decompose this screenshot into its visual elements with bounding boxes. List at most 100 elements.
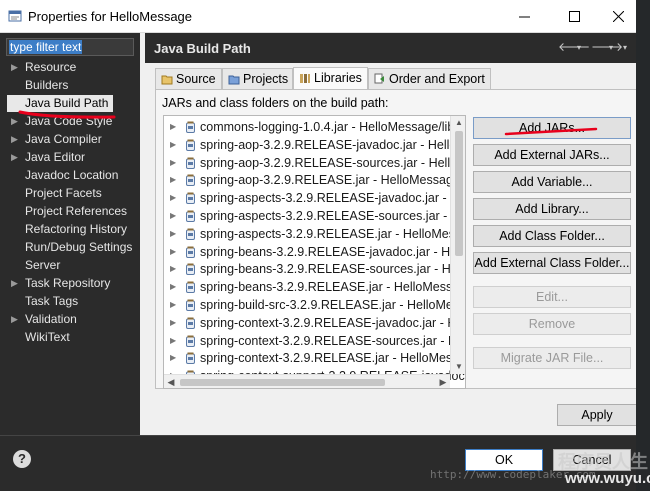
minimize-icon [518,16,530,17]
migrate-jar-button[interactable]: Migrate JAR File... [473,347,631,369]
horizontal-scrollbar[interactable]: ◀ ▶ [164,374,450,388]
jar-row[interactable]: ▶ spring-context-3.2.9.RELEASE-sources.ja… [164,332,465,350]
apply-button[interactable]: Apply [557,404,637,426]
scroll-thumb[interactable] [180,379,385,386]
tab-projects[interactable]: Projects [222,68,293,90]
chevron-right-icon[interactable]: ▶ [170,278,176,296]
chevron-right-icon[interactable]: ▶ [170,189,176,207]
chevron-right-icon[interactable]: ▶ [170,314,176,332]
jar-row-label: spring-aspects-3.2.9.RELEASE.jar - Hello… [200,226,465,241]
tree-item-resource[interactable]: ▶ Resource [0,59,140,76]
scroll-right-icon[interactable]: ▶ [436,375,450,388]
chevron-right-icon[interactable]: ▶ [170,332,176,350]
chevron-right-icon[interactable]: ▶ [170,243,176,261]
jar-list[interactable]: ▶spring-context-support-3.2.9.RELEASE-ja… [163,115,466,389]
back-arrow-icon[interactable]: 🡐 [558,39,590,54]
chevron-right-icon[interactable]: ▶ [11,275,18,292]
jar-row[interactable]: ▶ spring-aop-3.2.9.RELEASE.jar - HelloMes… [164,171,465,189]
tab-order-and-export[interactable]: Order and Export [368,68,491,90]
jar-row-label: spring-aspects-3.2.9.RELEASE-sources.jar… [200,209,465,223]
tab-label: Projects [243,72,289,86]
build-path-caption: JARs and class folders on the build path… [162,96,389,110]
chevron-right-icon[interactable]: ▶ [170,207,176,225]
jar-row[interactable]: ▶ commons-logging-1.0.4.jar - HelloMessag… [164,118,454,136]
jar-icon [186,281,195,294]
chevron-right-icon[interactable]: ▶ [170,260,176,278]
jar-row[interactable]: ▶ spring-aspects-3.2.9.RELEASE.jar - Hell… [164,225,465,243]
maximize-button[interactable] [554,4,594,28]
chevron-right-icon[interactable]: ▶ [170,154,176,172]
edit-button[interactable]: Edit... [473,286,631,308]
jar-row[interactable]: ▶ spring-beans-3.2.9.RELEASE.jar - HelloM… [164,278,465,296]
tree-item-java-compiler[interactable]: ▶ Java Compiler [0,131,140,148]
add-library-button[interactable]: Add Library... [473,198,631,220]
close-button[interactable] [598,4,638,28]
dialog-footer: ? OK Cancel [0,435,636,491]
tree-item-builders[interactable]: Builders [0,77,140,94]
tree-item-java-code-style[interactable]: ▶ Java Code Style [0,113,140,130]
jar-row[interactable]: ▶ spring-context-3.2.9.RELEASE.jar - Hell… [164,349,465,367]
jar-icon [186,352,195,365]
jar-row[interactable]: ▶ spring-beans-3.2.9.RELEASE-sources.jar … [164,260,465,278]
category-sidebar: type filter text ▶ Resource Builders Java… [0,33,140,435]
jar-row[interactable]: ▶ spring-context-3.2.9.RELEASE-javadoc.ja… [164,314,465,332]
tree-item-server[interactable]: Server [0,257,140,274]
tree-item-javadoc-location[interactable]: Javadoc Location [0,167,140,184]
window-title: Properties for HelloMessage [28,9,193,24]
tab-libraries[interactable]: Libraries [293,67,368,91]
order-export-icon [374,73,384,84]
chevron-right-icon[interactable]: ▶ [11,149,18,166]
chevron-right-icon[interactable]: ▶ [11,113,18,130]
chevron-right-icon[interactable]: ▶ [170,118,176,136]
chevron-right-icon[interactable]: ▶ [170,136,176,154]
tab-source[interactable]: Source [155,68,222,90]
add-variable-button[interactable]: Add Variable... [473,171,631,193]
chevron-right-icon[interactable]: ▶ [170,296,176,314]
tree-item-java-editor[interactable]: ▶ Java Editor [0,149,140,166]
scroll-thumb[interactable] [455,131,463,256]
jar-row-label: spring-aop-3.2.9.RELEASE-sources.jar - H… [200,155,466,170]
view-menu-icon[interactable]: ▾ [623,43,627,52]
jar-row[interactable]: ▶ spring-aspects-3.2.9.RELEASE-javadoc.ja… [164,189,465,207]
jar-row-label: spring-beans-3.2.9.RELEASE-javadoc.jar -… [200,244,465,259]
remove-button[interactable]: Remove [473,313,631,335]
add-external-class-folder-button[interactable]: Add External Class Folder... [473,252,631,274]
chevron-right-icon[interactable]: ▶ [11,59,18,76]
chevron-right-icon[interactable]: ▶ [170,349,176,367]
jar-row[interactable]: ▶ spring-aop-3.2.9.RELEASE-sources.jar - … [164,154,465,172]
add-external-jars-button[interactable]: Add External JARs... [473,144,631,166]
tab-label: Order and Export [389,72,485,86]
jar-row[interactable]: ▶ spring-aspects-3.2.9.RELEASE-sources.ja… [164,207,465,225]
forward-arrow-icon[interactable]: 🡒 [591,39,623,54]
help-icon[interactable]: ? [13,450,31,468]
chevron-right-icon[interactable]: ▶ [170,171,176,189]
chevron-down-icon[interactable]: ▾ [577,43,581,52]
jar-row[interactable]: ▶ spring-beans-3.2.9.RELEASE-javadoc.jar … [164,243,465,261]
tab-label: Source [176,72,216,86]
add-jars-button[interactable]: Add JARs... [473,117,631,139]
vertical-scrollbar[interactable]: ▲ ▼ [450,116,465,374]
tree-item-run-debug-settings[interactable]: Run/Debug Settings [0,239,140,256]
chevron-right-icon[interactable]: ▶ [11,311,18,328]
scroll-down-icon[interactable]: ▼ [451,360,465,374]
scroll-up-icon[interactable]: ▲ [451,116,465,130]
tree-item-task-tags[interactable]: Task Tags [0,293,140,310]
tree-item-wikitext[interactable]: WikiText [0,329,140,346]
jar-row[interactable]: ▶ spring-aop-3.2.9.RELEASE-javadoc.jar - … [164,136,465,154]
chevron-right-icon[interactable]: ▶ [170,225,176,243]
properties-dialog: Properties for HelloMessage type filter … [0,0,640,491]
chevron-down-icon[interactable]: ▾ [609,43,613,52]
jar-row[interactable]: ▶ spring-build-src-3.2.9.RELEASE.jar - He… [164,296,465,314]
minimize-button[interactable] [504,4,544,28]
tree-item-project-references[interactable]: Project References [0,203,140,220]
scroll-left-icon[interactable]: ◀ [164,375,178,388]
tree-item-java-build-path[interactable]: Java Build Path [7,95,113,112]
tree-item-refactoring-history[interactable]: Refactoring History [0,221,140,238]
tree-item-project-facets[interactable]: Project Facets [0,185,140,202]
jar-row-label: spring-beans-3.2.9.RELEASE-sources.jar -… [200,262,465,277]
add-class-folder-button[interactable]: Add Class Folder... [473,225,631,247]
chevron-right-icon[interactable]: ▶ [11,131,18,148]
filter-input[interactable]: type filter text [6,38,134,56]
tree-item-task-repository[interactable]: ▶ Task Repository [0,275,140,292]
tree-item-validation[interactable]: ▶ Validation [0,311,140,328]
